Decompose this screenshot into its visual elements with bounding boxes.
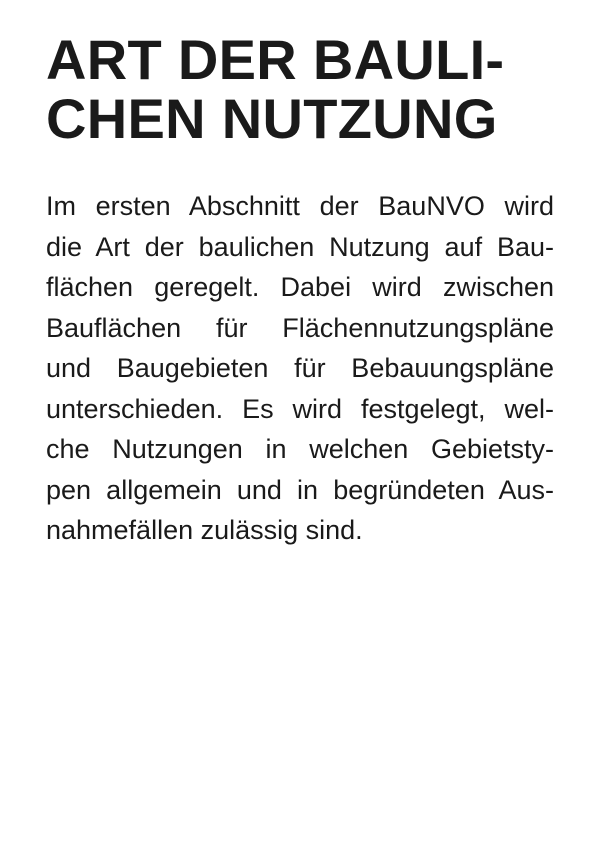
body-line: die Art der baulichen Nutzung auf Bau- <box>46 231 554 262</box>
body-paragraph: Im ersten Abschnitt der BauNVO wird die … <box>46 186 554 551</box>
body-line: und Baugebieten für Bebauungspläne <box>46 353 554 383</box>
title-line: CHEN NUTZUNG <box>46 87 498 150</box>
body-line: flächen geregelt. Dabei wird zwischen <box>46 272 554 302</box>
body-line: nahmefällen zulässig sind. <box>46 515 363 545</box>
body-line: unterschieden. Es wird festgelegt, wel- <box>46 393 554 424</box>
body-line: pen allgemein und in begründeten Aus- <box>46 474 554 505</box>
document-page: ART DER BAULI- CHEN NUTZUNG Im ersten Ab… <box>0 0 601 841</box>
body-line: che Nutzungen in welchen Gebietsty- <box>46 434 554 464</box>
body-line: Im ersten Abschnitt der BauNVO wird <box>46 191 554 221</box>
section-title: ART DER BAULI- CHEN NUTZUNG <box>46 30 566 148</box>
body-line: Bauflächen für Flächennutzungspläne <box>46 312 554 343</box>
title-line: ART DER BAULI- <box>46 28 505 91</box>
